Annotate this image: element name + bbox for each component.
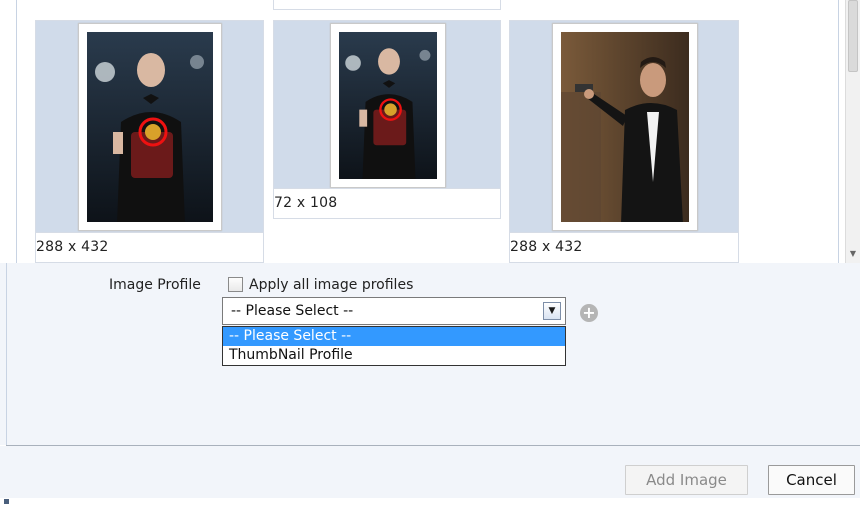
image-thumbnail-frame[interactable] <box>552 23 698 231</box>
gallery-right-border <box>838 0 839 263</box>
image-thumbnail-frame[interactable] <box>78 23 222 231</box>
image-size-label: 72 x 108 <box>274 188 500 218</box>
photo-man-in-tuxedo-small <box>339 32 437 179</box>
image-profile-options-list: -- Please Select -- ThumbNail Profile <box>222 326 566 366</box>
photo-man-in-tuxedo <box>87 32 213 222</box>
bottom-edge <box>0 498 860 506</box>
image-card[interactable]: 288 x 432 <box>35 20 264 263</box>
apply-all-profiles-checkbox[interactable] <box>228 277 243 292</box>
add-profile-icon[interactable]: + <box>580 304 598 322</box>
image-card[interactable]: 72 x 108 <box>273 20 501 219</box>
image-size-label: 288 x 432 <box>510 232 738 262</box>
image-profile-select[interactable]: -- Please Select -- ▼ <box>222 297 566 325</box>
gallery-left-border <box>16 0 17 263</box>
scroll-down-arrow-icon[interactable]: ▼ <box>846 247 860 261</box>
add-image-button[interactable]: Add Image <box>625 465 748 495</box>
dropdown-arrow-icon[interactable]: ▼ <box>543 302 561 320</box>
image-thumbnail <box>339 32 437 179</box>
image-thumbnail <box>87 32 213 222</box>
partial-card-top <box>273 0 501 10</box>
photo-man-with-pistol <box>561 32 689 222</box>
apply-all-profiles-label[interactable]: Apply all image profiles <box>249 277 413 293</box>
image-size-label: 288 x 432 <box>36 232 263 262</box>
image-thumbnail-frame[interactable] <box>330 23 446 188</box>
select-current-value: -- Please Select -- <box>231 303 354 319</box>
gallery-scrollbar[interactable]: ▼ <box>845 0 860 263</box>
image-profile-label: Image Profile <box>109 277 201 293</box>
dropdown-option[interactable]: -- Please Select -- <box>223 327 565 346</box>
cancel-button[interactable]: Cancel <box>768 465 855 495</box>
dropdown-option[interactable]: ThumbNail Profile <box>223 346 565 365</box>
image-thumbnail <box>561 32 689 222</box>
image-card[interactable]: 288 x 432 <box>509 20 739 263</box>
scrollbar-thumb[interactable] <box>848 0 858 72</box>
resize-corner-mark <box>4 499 9 504</box>
